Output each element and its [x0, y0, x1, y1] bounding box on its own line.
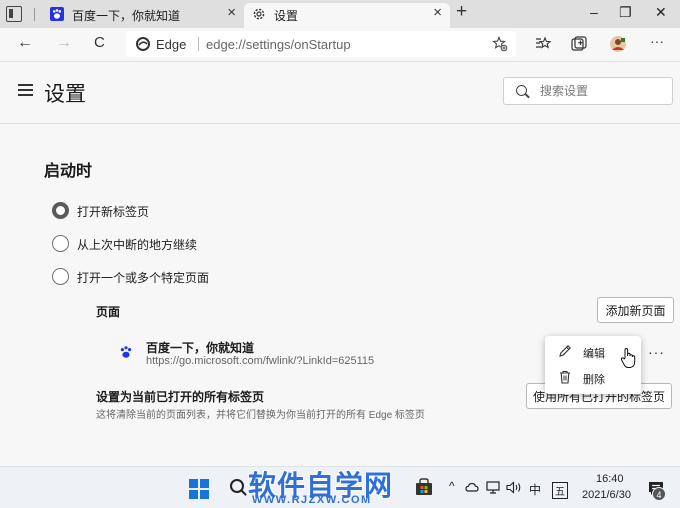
- edge-logo-icon: [136, 37, 150, 51]
- radio-button[interactable]: [52, 235, 69, 252]
- tab-baidu[interactable]: 百度一下，你就知道 ×: [42, 0, 244, 28]
- favorites-icon[interactable]: [533, 35, 551, 53]
- hand-cursor-icon: [620, 347, 636, 368]
- menu-icon[interactable]: [18, 84, 33, 96]
- radio-button-checked[interactable]: [52, 202, 69, 219]
- clock-date[interactable]: 2021/6/30: [582, 489, 631, 501]
- address-toolbar: ← → C Edge edge://settings/onStartup ···: [0, 28, 680, 62]
- settings-content: 启动时 打开新标签页 从上次中断的地方继续 打开一个或多个特定页面 页面 添加新…: [0, 125, 680, 466]
- set-current-tabs-title: 设置为当前已打开的所有标签页: [96, 390, 265, 404]
- tab-close-icon[interactable]: ×: [433, 4, 442, 21]
- add-new-page-button[interactable]: 添加新页面: [597, 297, 674, 323]
- new-tab-button[interactable]: +: [456, 1, 467, 23]
- profile-avatar-icon[interactable]: [609, 35, 627, 53]
- watermark-logo: 软件自学网 WWW.RJZXW.COM: [248, 464, 393, 506]
- taskbar-search-icon[interactable]: [230, 479, 244, 493]
- volume-icon[interactable]: [506, 481, 522, 494]
- menu-item-label: 删除: [583, 374, 605, 386]
- notification-count-badge: 4: [652, 487, 666, 501]
- tab-divider: [34, 8, 35, 21]
- ime-mode-indicator[interactable]: 五: [552, 482, 568, 499]
- set-current-tabs-description: 这将清除当前的页面列表，并将它们替换为你当前打开的所有 Edge 标签页: [96, 410, 425, 421]
- baidu-paw-icon: [50, 7, 64, 21]
- close-window-button[interactable]: ✕: [655, 4, 667, 21]
- tab-close-icon[interactable]: ×: [227, 4, 236, 21]
- url-text[interactable]: edge://settings/onStartup: [206, 37, 351, 52]
- address-bar[interactable]: Edge edge://settings/onStartup: [126, 31, 516, 57]
- store-icon[interactable]: [414, 477, 434, 497]
- pages-label: 页面: [96, 305, 121, 319]
- radio-label: 打开新标签页: [77, 205, 150, 219]
- page-more-button[interactable]: ···: [648, 344, 665, 360]
- more-menu-button[interactable]: ···: [648, 33, 666, 51]
- forward-button[interactable]: →: [56, 34, 72, 52]
- radio-label: 打开一个或多个特定页面: [77, 271, 210, 285]
- refresh-button[interactable]: C: [94, 34, 105, 51]
- restore-button[interactable]: ❐: [619, 4, 632, 21]
- minimize-button[interactable]: –: [590, 4, 598, 20]
- windows-start-icon[interactable]: [189, 479, 209, 499]
- cloud-icon[interactable]: [465, 481, 479, 493]
- menu-item-label: 编辑: [583, 348, 605, 360]
- network-icon[interactable]: [486, 481, 500, 494]
- clock-time[interactable]: 16:40: [596, 473, 624, 485]
- tab-title: 百度一下，你就知道: [72, 9, 181, 23]
- trash-icon: [560, 370, 570, 384]
- radio-button[interactable]: [52, 268, 69, 285]
- tab-title: 设置: [274, 9, 299, 23]
- tab-actions-icon[interactable]: [6, 6, 22, 22]
- scheme-label: Edge: [156, 37, 187, 52]
- page-url: https://go.microsoft.com/fwlink/?LinkId=…: [146, 355, 375, 367]
- search-input[interactable]: [540, 82, 660, 100]
- add-favorite-icon[interactable]: [492, 36, 508, 52]
- page-title: 设置: [44, 83, 86, 106]
- startup-section-title: 启动时: [44, 163, 93, 180]
- page-name: 百度一下，你就知道: [146, 341, 255, 355]
- search-settings-box[interactable]: [503, 77, 673, 105]
- ime-language-indicator[interactable]: 中: [529, 481, 541, 498]
- back-button[interactable]: ←: [17, 34, 33, 52]
- pencil-icon: [559, 345, 571, 357]
- tab-strip: 百度一下，你就知道 × 设置 × + – ❐ ✕: [0, 0, 680, 28]
- tab-settings[interactable]: 设置 ×: [244, 3, 450, 28]
- watermark-url: WWW.RJZXW.COM: [252, 494, 372, 506]
- gear-icon: [253, 8, 265, 20]
- baidu-paw-icon: [120, 346, 132, 358]
- tray-chevron-icon[interactable]: ^: [449, 479, 455, 493]
- collections-icon[interactable]: [570, 35, 588, 53]
- address-divider: [198, 37, 199, 51]
- search-icon: [516, 85, 527, 96]
- radio-label: 从上次中断的地方继续: [77, 238, 198, 252]
- settings-header: 设置: [0, 62, 680, 124]
